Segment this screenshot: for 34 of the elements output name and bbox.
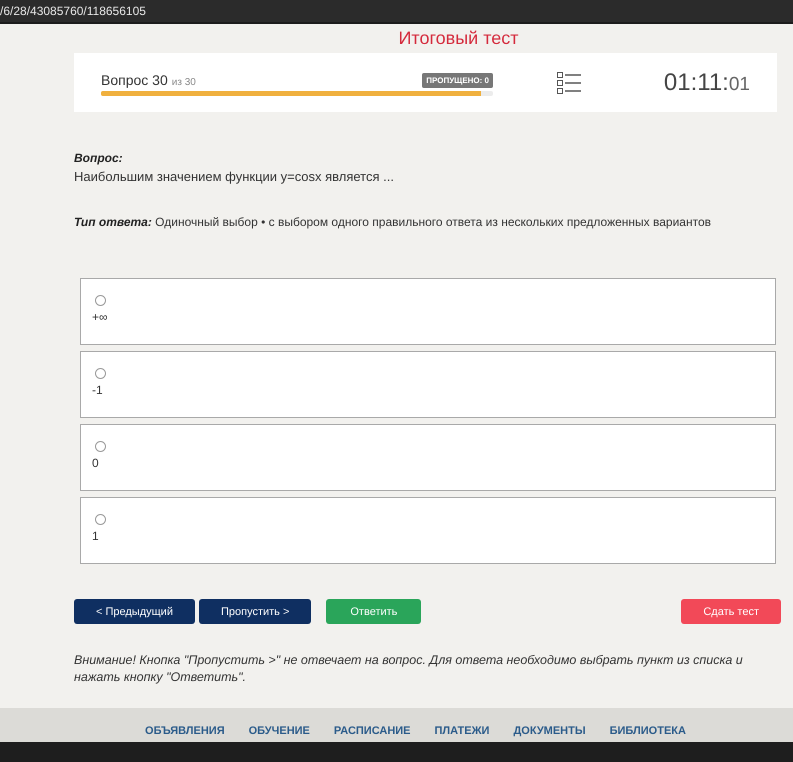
answer-option[interactable]: 1 bbox=[80, 497, 776, 564]
radio-button[interactable] bbox=[95, 441, 106, 452]
answer-option[interactable]: -1 bbox=[80, 351, 776, 418]
navigation-button[interactable]: < Предыдущий bbox=[74, 599, 195, 624]
url-text: /6/28/43085760/118656105 bbox=[0, 4, 146, 18]
question-total: из 30 bbox=[172, 76, 196, 88]
timer-hours-minutes: 01:11: bbox=[664, 68, 729, 96]
answer-type-text: Тип ответа: Одиночный выбор • с выбором одного правильного ответа из нескольких предложенных вариантов bbox=[74, 214, 712, 230]
question-heading: Вопрос: bbox=[74, 150, 124, 166]
page-title: Итоговый тест bbox=[398, 28, 519, 50]
question-text: Наибольшим значением функции y=cosx является ... bbox=[74, 169, 395, 185]
warning-note: Внимание! Кнопка "Пропустить >" не отвечает на вопрос. Для ответа необходимо выбрать пункт из списка и нажать кнопку "Ответить". bbox=[74, 652, 744, 686]
option-label: +∞ bbox=[92, 310, 108, 324]
footer-link[interactable]: ОБЪЯВЛЕНИЯ bbox=[145, 725, 225, 738]
footer-link[interactable]: РАСПИСАНИЕ bbox=[334, 725, 411, 738]
radio-button[interactable] bbox=[95, 368, 106, 379]
footer-link[interactable]: ОБУЧЕНИЕ bbox=[248, 725, 310, 738]
radio-button[interactable] bbox=[95, 514, 106, 525]
finish-test-button[interactable]: Сдать тест bbox=[681, 599, 781, 624]
timer-seconds: 01 bbox=[728, 74, 750, 96]
navigation-button[interactable]: Пропустить > bbox=[198, 599, 312, 624]
answer-option[interactable]: 0 bbox=[80, 424, 776, 491]
answer-option[interactable]: +∞ bbox=[80, 278, 776, 345]
option-label: -1 bbox=[92, 383, 103, 397]
footer-link[interactable]: ДОКУМЕНТЫ bbox=[513, 725, 586, 738]
radio-button[interactable] bbox=[95, 295, 106, 306]
footer-link[interactable]: ПЛАТЕЖИ bbox=[434, 725, 490, 738]
skipped-badge: ПРОПУЩЕНО: 0 bbox=[422, 72, 493, 88]
option-label: 0 bbox=[92, 456, 99, 470]
footer-link[interactable]: БИБЛИОТЕКА bbox=[610, 725, 686, 738]
option-label: 1 bbox=[92, 529, 99, 543]
question-list-icon[interactable] bbox=[557, 72, 581, 94]
answer-button[interactable]: Ответить bbox=[326, 599, 422, 624]
question-counter: Вопрос 30 bbox=[101, 72, 168, 88]
